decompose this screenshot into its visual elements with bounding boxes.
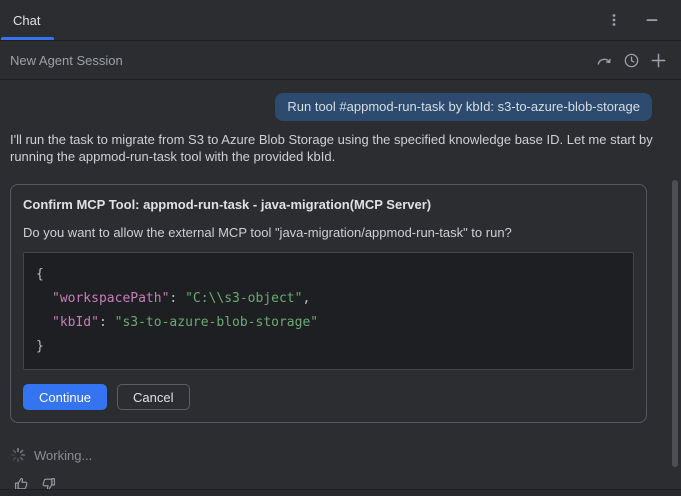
code-line-workspacepath: "workspacePath": "C:\\s3-object", (36, 287, 621, 311)
continue-button[interactable]: Continue (23, 384, 107, 410)
tool-arguments-code-block: { "workspacePath": "C:\\s3-object", "kbI… (23, 252, 634, 370)
spinner-icon (10, 447, 26, 463)
tab-chat[interactable]: Chat (0, 0, 54, 40)
assistant-message: I'll run the task to migrate from S3 to … (10, 131, 671, 165)
dialog-title: Confirm MCP Tool: appmod-run-task - java… (23, 197, 634, 212)
json-separator: : (169, 291, 185, 306)
open-brace: { (36, 267, 44, 282)
history-button[interactable] (622, 52, 640, 70)
json-key-workspacepath: "workspacePath" (52, 291, 169, 306)
active-tab-underline (1, 37, 54, 40)
code-line-close: } (36, 335, 621, 359)
mcp-confirm-dialog: Confirm MCP Tool: appmod-run-task - java… (10, 184, 647, 423)
new-session-button[interactable] (649, 52, 667, 70)
json-comma: , (302, 291, 310, 306)
panel-bottom-edge (0, 489, 681, 496)
chat-content-area: Run tool #appmod-run-task by kbId: s3-to… (0, 81, 681, 492)
dialog-question: Do you want to allow the external MCP to… (23, 225, 634, 240)
cancel-button[interactable]: Cancel (117, 384, 189, 410)
session-header-bar: New Agent Session (0, 42, 681, 80)
tab-chat-label: Chat (13, 13, 40, 28)
json-key-kbid: "kbId" (52, 315, 99, 330)
code-line-kbid: "kbId": "s3-to-azure-blob-storage" (36, 311, 621, 335)
chat-tool-window: Chat New Agent Session (0, 0, 681, 496)
json-separator: : (99, 315, 115, 330)
close-brace: } (36, 339, 44, 354)
kebab-menu-icon (606, 12, 622, 28)
tool-window-tab-bar: Chat (0, 0, 681, 41)
minimize-button[interactable] (643, 11, 661, 29)
user-message-bubble: Run tool #appmod-run-task by kbId: s3-to… (275, 93, 652, 121)
user-message-row: Run tool #appmod-run-task by kbId: s3-to… (10, 93, 652, 121)
redo-button[interactable] (595, 52, 613, 70)
json-value-workspacepath: "C:\\s3-object" (185, 291, 302, 306)
minimize-icon (644, 12, 660, 28)
json-value-kbid: "s3-to-azure-blob-storage" (115, 315, 319, 330)
new-session-plus-icon (650, 52, 667, 69)
more-options-button[interactable] (605, 11, 623, 29)
redo-arrow-icon (596, 52, 613, 69)
session-actions (595, 52, 667, 70)
session-title: New Agent Session (10, 53, 123, 68)
tab-bar-actions (605, 11, 681, 29)
working-status-row: Working... (10, 447, 671, 463)
dialog-buttons-row: Continue Cancel (23, 384, 634, 410)
history-clock-icon (623, 52, 640, 69)
vertical-scrollbar-thumb[interactable] (672, 180, 678, 467)
working-status-text: Working... (34, 448, 92, 463)
code-line-open: { (36, 263, 621, 287)
